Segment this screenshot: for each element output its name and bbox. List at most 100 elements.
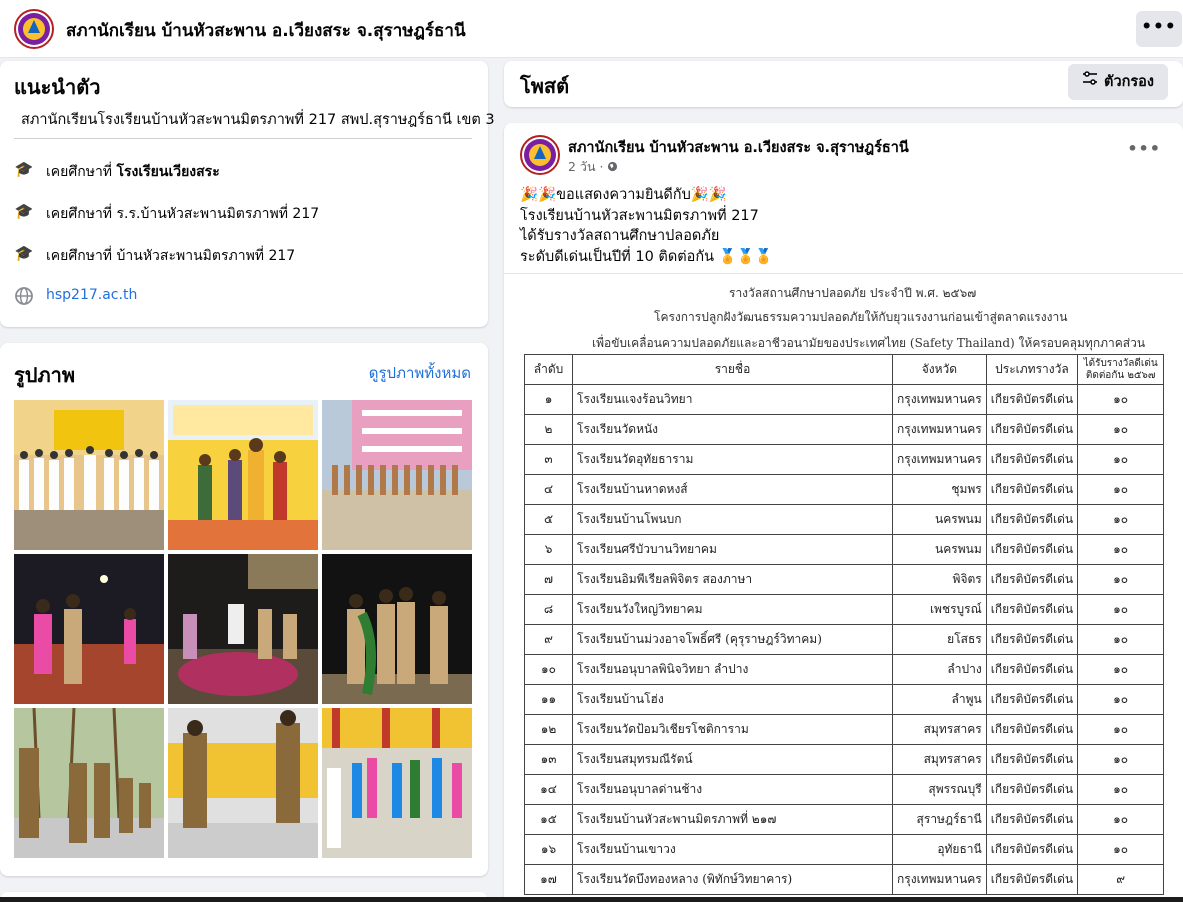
- table-cell-type: เกียรติบัตรดีเด่น: [985, 414, 1079, 445]
- table-cell-name: โรงเรียนบ้านหาดหงส์: [572, 474, 893, 505]
- table-cell-name: โรงเรียนศรีบัวบานวิทยาคม: [572, 534, 893, 565]
- table-cell-no: ๑๐: [524, 654, 573, 685]
- table-cell-no: ๗: [524, 564, 573, 595]
- table-cell-name: โรงเรียนสมุทรมณีรัตน์: [572, 744, 893, 775]
- document-subtitle: เพื่อขับเคลื่อนความปลอดภัยและอาชีวอนามัย…: [592, 336, 1146, 350]
- graduation-cap-icon: 🎓: [14, 202, 34, 220]
- photo-thumbnail[interactable]: [168, 554, 318, 704]
- photo-thumbnail[interactable]: [168, 400, 318, 550]
- table-cell-years: ๑๐: [1077, 774, 1165, 805]
- photo-thumbnail[interactable]: [14, 554, 164, 704]
- filter-button[interactable]: ตัวกรอง: [1068, 64, 1168, 100]
- document-subtitle: โครงการปลูกฝังวัฒนธรรมความปลอดภัยให้กับย…: [654, 310, 1068, 324]
- post-options-button[interactable]: •••: [1127, 139, 1161, 158]
- table-cell-type: เกียรติบัตรดีเด่น: [985, 684, 1079, 715]
- intro-title: แนะนำตัว: [14, 75, 101, 99]
- table-cell-no: ๓: [524, 444, 573, 475]
- photo-thumbnail[interactable]: [322, 554, 472, 704]
- education-prefix: เคยศึกษาที่: [46, 206, 117, 222]
- table-cell-no: ๑๕: [524, 804, 573, 835]
- table-cell-type: เกียรติบัตรดีเด่น: [985, 654, 1079, 685]
- table-cell-years: ๑๐: [1077, 384, 1165, 415]
- page-avatar[interactable]: [14, 9, 54, 49]
- table-cell-type: เกียรติบัตรดีเด่น: [985, 594, 1079, 625]
- intro-divider: [14, 138, 472, 139]
- table-row: ๗โรงเรียนอิมพีเรียลพิจิตร สองภาษา พิจิตรเ…: [524, 564, 1165, 595]
- page-title[interactable]: สภานักเรียน บ้านหัวสะพาน อ.เวียงสระ จ.สุ…: [66, 17, 466, 44]
- education-school-link[interactable]: ร.ร.บ้านหัวสะพานมิตรภาพที่ 217: [117, 206, 320, 222]
- table-cell-province: กรุงเทพมหานคร: [892, 864, 987, 895]
- col-header-years: ได้รับรางวัลดีเด่น ติดต่อกัน ๒๕๖๗: [1077, 354, 1165, 385]
- table-cell-no: ๘: [524, 594, 573, 625]
- table-cell-no: ๑: [524, 384, 573, 415]
- table-cell-province: สมุทรสาคร: [892, 744, 987, 775]
- col-header-province: จังหวัด: [892, 354, 987, 385]
- more-options-button[interactable]: •••: [1136, 11, 1182, 47]
- table-cell-no: ๒: [524, 414, 573, 445]
- education-school-link[interactable]: โรงเรียนเวียงสระ: [117, 164, 220, 180]
- table-cell-type: เกียรติบัตรดีเด่น: [985, 714, 1079, 745]
- document-title: รางวัลสถานศึกษาปลอดภัย ประจำปี พ.ศ. ๒๕๖๗: [729, 286, 977, 300]
- table-cell-years: ๑๐: [1077, 654, 1165, 685]
- post-text-line: ระดับดีเด่นเป็นปีที่ 10 ติดต่อกัน 🏅🏅🏅: [520, 248, 773, 265]
- table-row: ๓โรงเรียนวัดอุทัยธาราม กรุงเทพมหานคร เกียร…: [524, 444, 1165, 475]
- intro-card: แนะนำตัว สภานักเรียนโรงเรียนบ้านหัวสะพาน…: [0, 61, 495, 327]
- photos-title: รูปภาพ: [14, 363, 76, 387]
- filter-icon: [1082, 64, 1098, 100]
- table-cell-years: ๑๐: [1077, 684, 1165, 715]
- award-table: ลำดับ รายชื่อ จังหวัด ประเภทรางวัล ได้รั…: [524, 354, 1165, 895]
- website-link[interactable]: hsp217.ac.th: [46, 287, 137, 303]
- post-image-document[interactable]: รางวัลสถานศึกษาปลอดภัย ประจำปี พ.ศ. ๒๕๖๗…: [504, 273, 1183, 902]
- table-cell-name: โรงเรียนวังใหญ่วิทยาคม: [572, 594, 893, 625]
- table-cell-years: ๑๐: [1077, 534, 1165, 565]
- table-cell-type: เกียรติบัตรดีเด่น: [985, 744, 1079, 775]
- table-cell-name: โรงเรียนบ้านหัวสะพานมิตรภาพที่ ๒๑๗: [572, 804, 893, 835]
- table-cell-name: โรงเรียนวัดอุทัยธาราม: [572, 444, 893, 475]
- table-cell-type: เกียรติบัตรดีเด่น: [985, 864, 1079, 895]
- photo-thumbnail[interactable]: [14, 400, 164, 550]
- col-header-type: ประเภทรางวัล: [985, 354, 1079, 385]
- table-row: ๑๑ โรงเรียนบ้านโฮ่ง ลำพูน เกียรติบัตรดีเด่น…: [524, 684, 1165, 715]
- table-row: ๕โรงเรียนบ้านโพนบก นครพนม เกียรติบัตรดีเด่…: [524, 504, 1165, 535]
- table-cell-name: โรงเรียนวัดป้อมวิเชียรโชติการาม: [572, 714, 893, 745]
- table-cell-no: ๑๖: [524, 834, 573, 865]
- table-row: ๑๒ โรงเรียนวัดป้อมวิเชียรโชติการาม สมุทรสา…: [524, 714, 1165, 745]
- post-text-line: 🎉🎉ขอแสดงความยินดีกับ🎉🎉: [520, 187, 727, 203]
- photo-thumbnail[interactable]: [14, 708, 164, 858]
- table-cell-years: ๙: [1077, 864, 1165, 895]
- table-row: ๑๔ โรงเรียนอนุบาลด่านช้าง สุพรรณบุรี เกียรต…: [524, 774, 1165, 805]
- post-author-avatar[interactable]: [520, 135, 560, 175]
- table-cell-name: โรงเรียนแจงร้อนวิทยา: [572, 384, 893, 415]
- table-row: ๖โรงเรียนศรีบัวบานวิทยาคม นครพนม เกียรติบั…: [524, 534, 1165, 565]
- education-school-link[interactable]: บ้านหัวสะพานมิตรภาพที่ 217: [117, 248, 296, 264]
- photo-thumbnail[interactable]: [322, 400, 472, 550]
- post-text-line: ได้รับรางวัลสถานศึกษาปลอดภัย: [520, 228, 720, 244]
- table-cell-province: กรุงเทพมหานคร: [892, 414, 987, 445]
- table-cell-name: โรงเรียนวัดหนัง: [572, 414, 893, 445]
- table-cell-type: เกียรติบัตรดีเด่น: [985, 384, 1079, 415]
- table-cell-name: โรงเรียนบ้านโฮ่ง: [572, 684, 893, 715]
- table-cell-province: นครพนม: [892, 534, 987, 565]
- table-cell-province: สุพรรณบุรี: [892, 774, 987, 805]
- public-globe-icon: [607, 159, 618, 174]
- post-meta: 2 วัน ·: [568, 157, 618, 177]
- table-cell-province: อุทัยธานี: [892, 834, 987, 865]
- post-author-name[interactable]: สภานักเรียน บ้านหัวสะพาน อ.เวียงสระ จ.สุ…: [568, 136, 909, 159]
- post-time[interactable]: 2 วัน: [568, 159, 596, 174]
- photo-thumbnail[interactable]: [322, 708, 472, 858]
- see-all-photos-link[interactable]: ดูรูปภาพทั้งหมด: [369, 361, 471, 385]
- col-header-no: ลำดับ: [524, 354, 573, 385]
- table-cell-type: เกียรติบัตรดีเด่น: [985, 804, 1079, 835]
- table-row: ๙โรงเรียนบ้านม่วงอาจโพธิ์ศรี (คุรุราษฎร์…: [524, 624, 1165, 655]
- post-card: สภานักเรียน บ้านหัวสะพาน อ.เวียงสระ จ.สุ…: [504, 123, 1183, 902]
- table-cell-no: ๑๓: [524, 744, 573, 775]
- table-cell-province: เพชรบูรณ์: [892, 594, 987, 625]
- table-row: ๑๐ โรงเรียนอนุบาลพินิจวิทยา ลำปาง ลำปาง เกี…: [524, 654, 1165, 685]
- table-cell-no: ๑๔: [524, 774, 573, 805]
- table-cell-province: นครพนม: [892, 504, 987, 535]
- table-row: ๑๗ โรงเรียนวัดบึงทองหลาง (พิทักษ์วิทยาคาร…: [524, 864, 1165, 895]
- table-cell-years: ๑๐: [1077, 804, 1165, 835]
- photo-thumbnail[interactable]: [168, 708, 318, 858]
- table-cell-years: ๑๐: [1077, 834, 1165, 865]
- graduation-cap-icon: 🎓: [14, 244, 34, 262]
